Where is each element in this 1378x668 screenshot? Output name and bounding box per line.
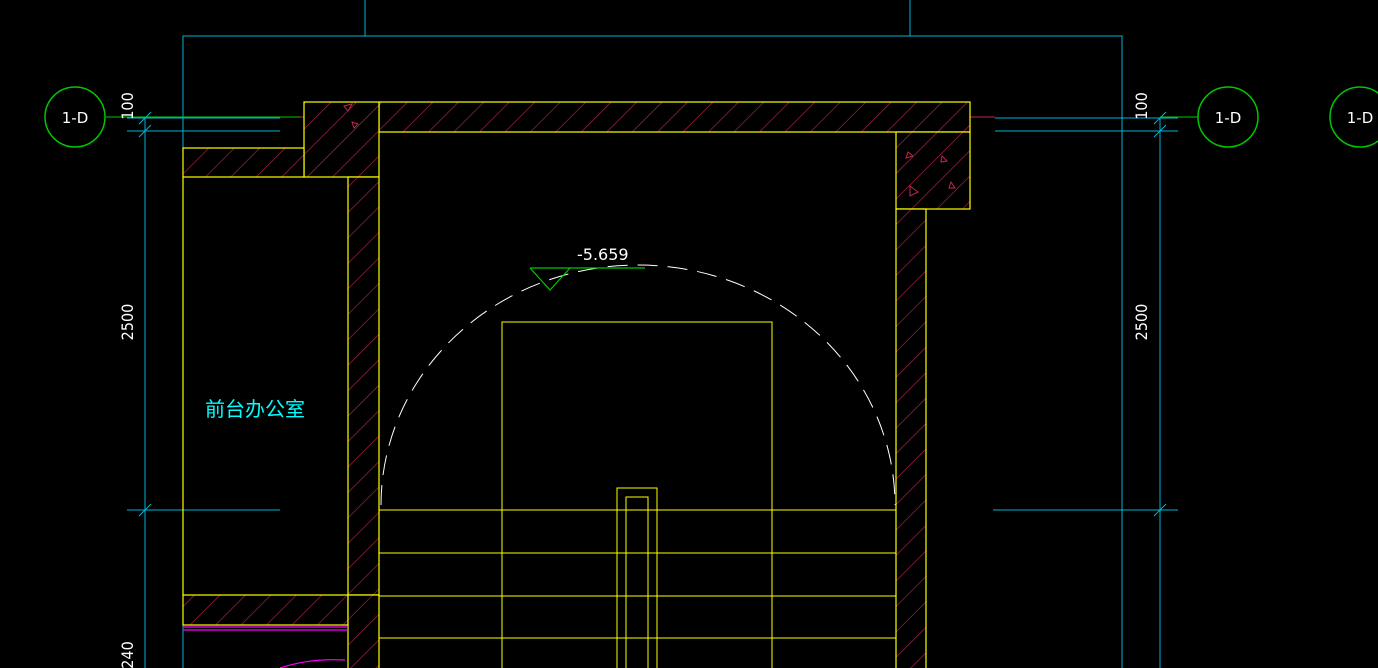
wall-office-top [182,147,305,178]
dim-right-top: 100 [1132,92,1151,119]
stair-well-outline [501,321,773,668]
dim-left-top: 100 [118,92,137,119]
wall-top [378,101,971,133]
axis-bubble-far-right[interactable]: 1-D [1329,86,1378,148]
axis-bubble-label: 1-D [1215,109,1242,127]
cad-drawing-canvas[interactable]: -5.659 前台办公室 100 2500 240 100 2500 1-D 1… [0,0,1378,668]
axis-bubble-label: 1-D [1347,109,1374,127]
axis-bubble-label: 1-D [62,109,89,127]
stair [379,321,896,668]
walls [182,101,971,668]
axis-bubble-left[interactable]: 1-D [44,86,106,148]
dimension-lines [127,0,1178,668]
axis-bubble-right[interactable]: 1-D [1197,86,1259,148]
level-marker: -5.659 [529,245,645,291]
dim-left-mid: 2500 [118,304,137,341]
door-element [183,626,348,668]
wall-office-bottom [182,594,349,626]
dim-right-mid: 2500 [1132,304,1151,341]
handrail-inner [625,496,649,668]
wall-left-lower [347,594,380,668]
column-top-left [303,101,380,178]
handrail-outer [616,487,658,668]
wall-office-right [347,176,380,596]
wall-right [895,208,927,668]
level-mark-text: -5.659 [577,245,629,264]
dim-left-bottom: 240 [118,641,137,668]
door-swing-arc [380,264,896,506]
room-label: 前台办公室 [205,397,305,421]
column-top-right [895,131,971,210]
